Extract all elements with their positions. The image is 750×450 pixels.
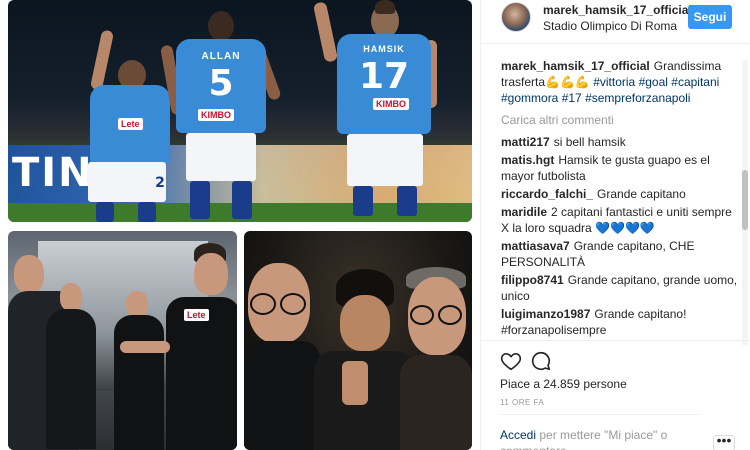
comment: filippo8741 Grande capitano, grande uomo,… (501, 272, 739, 304)
more-options-icon[interactable]: ••• (713, 433, 735, 450)
comment: matti217 si bell hamsik (501, 134, 739, 150)
comment: mattiasava7 Grande capitano, CHE PERSONAL… (501, 238, 739, 270)
comment-username[interactable]: luigimanzo1987 (501, 307, 590, 321)
comment: maridile 2 capitani fantastici e uniti se… (501, 204, 739, 236)
hashtag[interactable]: #goal (639, 75, 668, 89)
shorts-number: 2 (155, 175, 165, 191)
shirt-sponsor: Lete (118, 118, 143, 130)
comment-username[interactable]: matis.hgt (501, 153, 554, 167)
photo-tunnel-handshake: Lete (8, 231, 237, 450)
shirt-sponsor: KIMBO (198, 109, 234, 121)
scrollbar-thumb[interactable] (742, 170, 748, 230)
header-username[interactable]: marek_hamsik_17_official (543, 3, 692, 17)
comment-username[interactable]: filippo8741 (501, 273, 564, 287)
shirt-name: ALLAN (201, 51, 241, 62)
comments-scrollbar[interactable] (742, 60, 748, 345)
comment-text: Grande capitano (597, 187, 686, 201)
heart-icon[interactable] (500, 350, 522, 372)
avatar[interactable] (501, 2, 531, 32)
comment: riccardo_falchi_ Grande capitano (501, 186, 739, 202)
load-more-comments[interactable]: Carica altri commenti (501, 112, 739, 128)
shirt-sponsor: Lete (184, 309, 209, 321)
shirt-sponsor: KIMBO (373, 98, 409, 110)
location-link[interactable]: Stadio Olimpico Di Roma (543, 19, 677, 33)
login-link[interactable]: Accedi (500, 428, 536, 442)
shirt-number: 17 (358, 56, 410, 97)
caption: marek_hamsik_17_official Grandissima tras… (501, 58, 739, 106)
photo-collage[interactable]: TINO Lete 2 ALLAN 5 KIMBO HAMSIK 17 KIMB… (0, 0, 480, 450)
post-timestamp: 11 ORE FA (500, 398, 545, 407)
hashtag[interactable]: #sempreforzanapoli (585, 91, 690, 105)
comment: matis.hgt Hamsik te gusta guapo es el may… (501, 152, 739, 184)
login-prompt: Accedi per mettere "Mi piace" o commenta… (500, 427, 700, 450)
post-header: marek_hamsik_17_official Stadio Olimpico… (481, 0, 750, 44)
comments-list[interactable]: marek_hamsik_17_official Grandissima tras… (501, 58, 739, 340)
comment: luigimanzo1987 Grande capitano! #forzanap… (501, 306, 739, 338)
hashtag[interactable]: #17 (562, 91, 582, 105)
comment-text: si bell hamsik (553, 135, 626, 149)
photo-selfie (244, 231, 472, 450)
comment-username[interactable]: mattiasava7 (501, 239, 570, 253)
caption-username[interactable]: marek_hamsik_17_official (501, 59, 650, 73)
hashtag[interactable]: #vittoria (593, 75, 635, 89)
photo-players-celebrating: TINO Lete 2 ALLAN 5 KIMBO HAMSIK 17 KIMB… (8, 0, 472, 222)
divider (500, 414, 700, 415)
hashtag[interactable]: #gommora (501, 91, 558, 105)
shirt-number: 5 (208, 63, 234, 104)
comment-username[interactable]: maridile (501, 205, 547, 219)
likes-count[interactable]: Piace a 24.859 persone (500, 377, 627, 391)
comment-icon[interactable] (530, 350, 552, 372)
hashtag[interactable]: #capitani (671, 75, 719, 89)
comment-username[interactable]: riccardo_falchi_ (501, 187, 593, 201)
post-actions: Piace a 24.859 persone 11 ORE FA Accedi … (480, 340, 750, 450)
shirt-name: HAMSIK (363, 44, 405, 54)
follow-button[interactable]: Segui (688, 5, 732, 29)
comment-username[interactable]: matti217 (501, 135, 550, 149)
